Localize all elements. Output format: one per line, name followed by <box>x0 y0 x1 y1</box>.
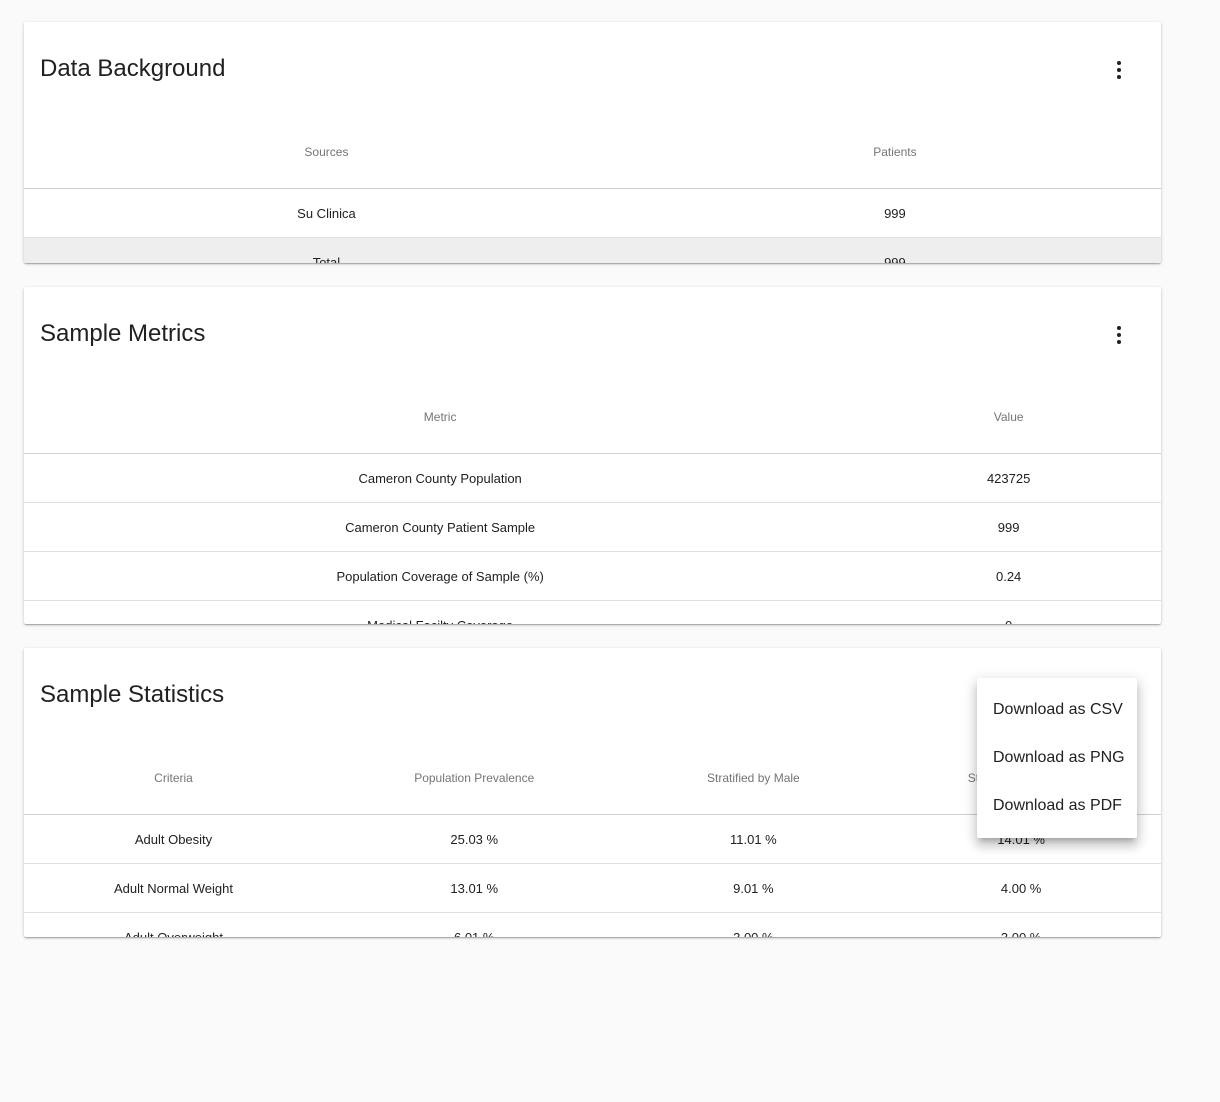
column-header-metric[interactable]: Metric <box>24 381 857 454</box>
column-header-sources[interactable]: Sources <box>24 116 629 189</box>
table-cell: 0.24 <box>856 551 1161 601</box>
table-row: Population Coverage of Sample (%) 0.24 <box>24 551 1161 601</box>
table-cell: Cameron County Population <box>24 453 857 503</box>
table-cell: Adult Obesity <box>24 814 324 864</box>
table-cell: 3.00 % <box>733 929 774 938</box>
more-options-button[interactable] <box>1095 311 1143 359</box>
more-vert-icon <box>1117 61 1121 79</box>
table-cell: 11.01 % <box>625 814 882 864</box>
download-csv-menu-item[interactable]: Download as CSV <box>977 686 1137 734</box>
table-cell: 3.00 % <box>1000 929 1042 938</box>
download-menu: Download as CSV Download as PNG Download… <box>977 678 1137 838</box>
table-row: Medical Facilty Coverage 0 <box>24 601 1161 625</box>
table-cell: Population Coverage of Sample (%) <box>24 551 857 601</box>
table-header-row: Sources Patients <box>24 116 1161 189</box>
table-cell: 0 <box>856 601 1161 625</box>
column-header-stratified-male[interactable]: Stratified by Male <box>625 742 882 815</box>
more-vert-icon <box>1117 326 1121 344</box>
card-title: Sample Statistics <box>40 681 225 708</box>
card-title: Data Background <box>40 55 226 82</box>
card-title: Sample Metrics <box>40 320 206 347</box>
table-row: Adult Normal Weight 13.01 % 9.01 % 4.00 … <box>24 863 1161 913</box>
table-cell: Cameron County Patient Sample <box>24 502 857 552</box>
column-header-value[interactable]: Value <box>856 381 1161 454</box>
table-cell: Su Clinica <box>24 188 629 238</box>
table-row: Adult Overweight 6.01 % 3.00 % 3.00 % <box>24 913 1161 938</box>
table-cell: 423725 <box>856 453 1161 503</box>
sample-metrics-table: Metric Value Cameron County Population 4… <box>24 381 1161 624</box>
table-cell: Total <box>24 237 629 263</box>
table-row: Su Clinica 999 <box>24 188 1161 238</box>
card-header: Data Background <box>24 22 1161 116</box>
total-row: Total 999 <box>24 237 1161 263</box>
table-cell: Adult Overweight <box>124 929 223 938</box>
download-png-menu-item[interactable]: Download as PNG <box>977 734 1137 782</box>
table-row: Cameron County Population 423725 <box>24 453 1161 503</box>
data-background-card: Data Background Sources Patients Su Clin… <box>24 22 1161 263</box>
table-cell: Adult Normal Weight <box>24 863 324 913</box>
column-header-patients[interactable]: Patients <box>628 116 1161 189</box>
table-cell: 4.00 % <box>881 863 1161 913</box>
table-header-row: Metric Value <box>24 381 1161 454</box>
column-header-population-prevalence[interactable]: Population Prevalence <box>323 742 626 815</box>
table-cell: 999 <box>628 237 1161 263</box>
table-cell: 999 <box>856 502 1161 552</box>
download-pdf-menu-item[interactable]: Download as PDF <box>977 782 1137 830</box>
table-row: Cameron County Patient Sample 999 <box>24 502 1161 552</box>
sample-metrics-card: Sample Metrics Metric Value Cameron Coun… <box>24 287 1161 624</box>
more-options-button[interactable] <box>1095 46 1143 94</box>
table-cell: 25.03 % <box>323 814 626 864</box>
column-header-criteria[interactable]: Criteria <box>24 742 324 815</box>
table-cell: 9.01 % <box>625 863 882 913</box>
data-background-table: Sources Patients Su Clinica 999 Total 99… <box>24 116 1161 263</box>
table-cell: 999 <box>628 188 1161 238</box>
table-cell: 13.01 % <box>323 863 626 913</box>
card-header: Sample Metrics <box>24 287 1161 381</box>
table-cell: 6.01 % <box>453 929 495 938</box>
table-cell: Medical Facilty Coverage <box>24 601 856 625</box>
